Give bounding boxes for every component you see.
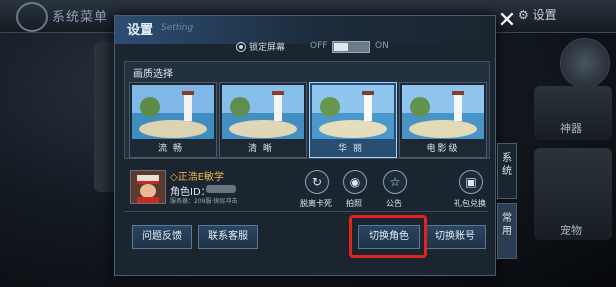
lock-screen-toggle[interactable]	[332, 41, 370, 53]
background-settings-label: ⚙ 设置	[518, 8, 557, 22]
quality-label-cinematic: 电影级	[426, 144, 460, 154]
lock-off-label: OFF	[310, 41, 328, 51]
tab-system[interactable]: 系统	[497, 143, 517, 199]
profile-server: 服务器：209服·锐际冲击	[170, 198, 238, 205]
quality-option-gorgeous[interactable]: 华丽	[309, 82, 397, 158]
camera-icon: ◉	[343, 170, 367, 194]
dialog-subtitle: Setting	[161, 23, 194, 33]
star-icon: ☆	[383, 170, 407, 194]
lock-screen-radio[interactable]	[236, 42, 246, 52]
divider	[124, 211, 488, 212]
profile-name: ◇正浩E敏学	[170, 172, 225, 183]
highlight-box	[349, 215, 427, 258]
profile-id-redacted	[206, 185, 236, 193]
toggle-knob	[334, 43, 348, 51]
dialog-header: 设置 Setting	[115, 16, 495, 44]
quality-label-gorgeous: 华丽	[337, 144, 368, 154]
announcement-button[interactable]: ☆ 公告	[372, 170, 416, 210]
announcement-label: 公告	[386, 199, 402, 208]
quality-option-clear[interactable]: 清晰	[219, 82, 307, 158]
quality-option-cinematic[interactable]: 电影级	[399, 82, 487, 158]
quality-option-smooth[interactable]: 流畅	[129, 82, 217, 158]
lock-on-label: ON	[375, 41, 389, 51]
photo-button[interactable]: ◉ 拍照	[332, 170, 376, 210]
rescue-icon: ↻	[305, 170, 329, 194]
photo-label: 拍照	[346, 199, 362, 208]
gift-icon: ▣	[459, 170, 483, 194]
gift-redeem-label: 礼包兑换	[454, 199, 486, 208]
switch-account-button[interactable]: 切换账号	[424, 225, 486, 249]
quality-thumbnail	[132, 85, 214, 139]
quality-thumbnail	[312, 85, 394, 139]
quality-panel: 画质选择 流畅 清晰 华丽 电影级	[124, 61, 490, 159]
quality-title: 画质选择	[133, 69, 173, 80]
feedback-button[interactable]: 问题反馈	[132, 225, 192, 249]
background-avatar-icon	[560, 38, 610, 88]
tab-common[interactable]: 常用	[497, 203, 517, 259]
quality-thumbnail	[402, 85, 484, 139]
close-icon[interactable]: ✕	[496, 10, 518, 32]
game-logo-icon	[16, 2, 48, 32]
side-tabs: 系统 常用	[497, 143, 519, 261]
quality-label-clear: 清晰	[247, 144, 278, 154]
gear-icon: ⚙	[518, 8, 529, 22]
background-right-label-1: 神器	[560, 122, 582, 135]
support-button[interactable]: 联系客服	[198, 225, 258, 249]
lock-screen-label: 锁定屏幕	[249, 43, 286, 53]
dialog-title: 设置	[127, 23, 154, 38]
avatar	[130, 170, 166, 204]
quality-thumbnail	[222, 85, 304, 139]
background-right-label-2: 宠物	[560, 224, 582, 237]
gift-redeem-button[interactable]: ▣ 礼包兑换	[448, 170, 492, 210]
quality-label-smooth: 流畅	[157, 144, 188, 154]
background-menu-title: 系统菜单	[52, 10, 109, 25]
